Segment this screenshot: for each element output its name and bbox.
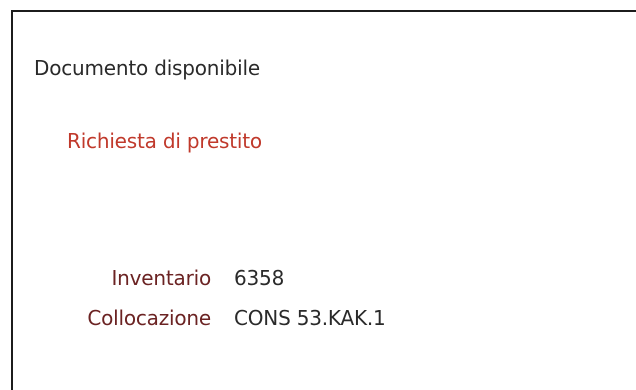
detail-row-shelfmark: Collocazione CONS 53.KAK.1 [13, 306, 433, 346]
availability-status: Documento disponibile [34, 56, 260, 80]
holding-details: Inventario 6358 Collocazione CONS 53.KAK… [13, 266, 433, 346]
detail-row-inventory: Inventario 6358 [13, 266, 433, 306]
loan-request-link[interactable]: Richiesta di prestito [67, 129, 262, 153]
inventory-value: 6358 [234, 266, 285, 290]
shelfmark-value: CONS 53.KAK.1 [234, 306, 386, 330]
shelfmark-label: Collocazione [87, 306, 211, 330]
inventory-label: Inventario [111, 266, 211, 290]
holding-panel: Documento disponibile Richiesta di prest… [11, 10, 636, 390]
